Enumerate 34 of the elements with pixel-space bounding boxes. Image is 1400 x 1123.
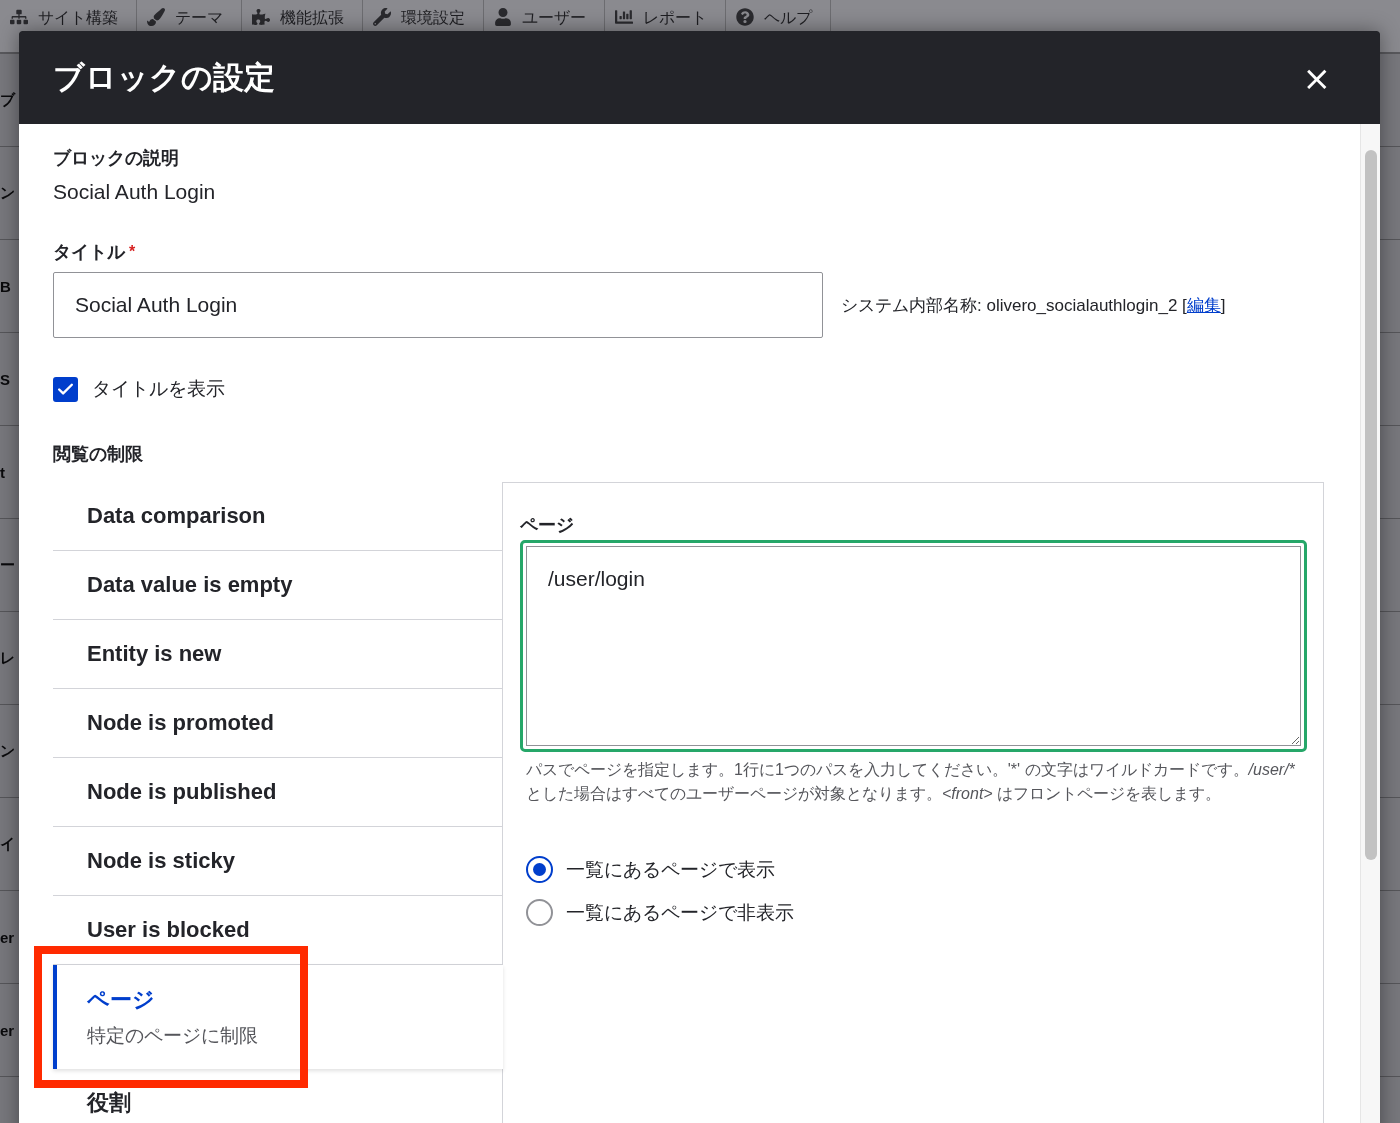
radio-button[interactable] xyxy=(526,856,553,883)
pages-textarea[interactable]: /user/login xyxy=(520,540,1307,752)
edit-link[interactable]: 編集 xyxy=(1186,295,1221,315)
machine-name: システム内部名称: olivero_socialauthlogin_2 [編集] xyxy=(841,294,1226,317)
close-button[interactable]: × xyxy=(1298,60,1335,95)
vertical-tab[interactable]: Data comparison xyxy=(53,482,502,551)
section-label: 閲覧の制限 xyxy=(53,443,144,466)
vertical-tab[interactable]: Node is promoted xyxy=(53,689,502,758)
field-label: ページ xyxy=(520,514,575,537)
help-icon xyxy=(736,8,754,26)
scrollbar[interactable] xyxy=(1360,124,1380,1123)
title-input[interactable]: Social Auth Login xyxy=(53,272,823,338)
vertical-tab[interactable]: Node is published xyxy=(53,758,502,827)
bar-chart-icon xyxy=(615,8,633,26)
vertical-tab[interactable]: Entity is new xyxy=(53,620,502,689)
brush-icon xyxy=(147,8,165,26)
field-label: ブロックの説明 xyxy=(53,147,180,170)
field-value: Social Auth Login xyxy=(53,180,217,204)
puzzle-icon xyxy=(252,8,270,26)
vertical-tab[interactable]: ページ 特定のページに制限 xyxy=(53,965,503,1069)
vertical-tab[interactable]: Data value is empty xyxy=(53,551,502,620)
checkbox-label: タイトルを表示 xyxy=(92,377,225,401)
field-label: タイトル xyxy=(53,241,125,264)
dialog-title: ブロックの設定 xyxy=(53,58,275,97)
radio-label: 一覧にあるページで非表示 xyxy=(566,900,794,925)
sitemap-icon xyxy=(10,8,28,26)
vertical-tab[interactable]: Node is sticky xyxy=(53,827,502,896)
radio-label: 一覧にあるページで表示 xyxy=(566,857,775,882)
user-icon xyxy=(494,8,512,26)
wrench-icon xyxy=(373,8,391,26)
checkbox[interactable] xyxy=(53,376,78,402)
radio-button[interactable] xyxy=(526,899,553,926)
vertical-tab[interactable]: 役割 xyxy=(53,1069,502,1123)
required-mark: * xyxy=(129,243,136,261)
